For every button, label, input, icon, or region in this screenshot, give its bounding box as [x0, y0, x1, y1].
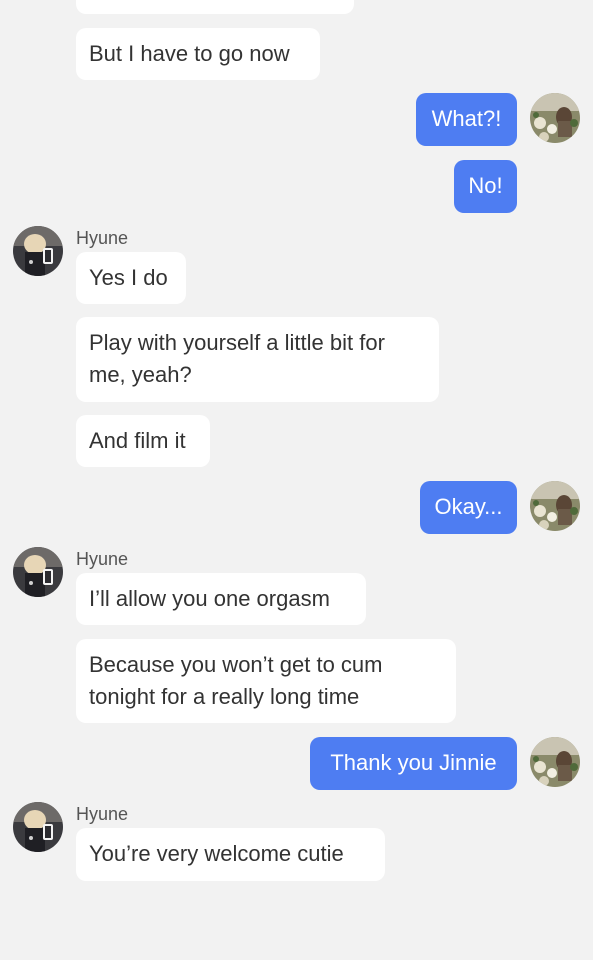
- message-bubble[interactable]: But I have to go now: [76, 28, 320, 80]
- message-bubble-outgoing[interactable]: No!: [454, 160, 517, 213]
- message-bubble[interactable]: Because you won’t get to cum tonight for…: [76, 639, 456, 723]
- message-bubble[interactable]: Play with yourself a little bit for me, …: [76, 317, 439, 402]
- message-bubble[interactable]: You’re very welcome cutie: [76, 828, 385, 881]
- contact-avatar[interactable]: [13, 547, 63, 597]
- message-bubble-outgoing[interactable]: What?!: [416, 93, 517, 146]
- message-bubble[interactable]: I’ll allow you one orgasm: [76, 573, 366, 625]
- my-avatar[interactable]: [530, 481, 580, 531]
- message-bubble[interactable]: And film it: [76, 415, 210, 467]
- message-bubble-outgoing[interactable]: Thank you Jinnie: [310, 737, 517, 790]
- my-avatar[interactable]: [530, 93, 580, 143]
- sender-name: Hyune: [76, 228, 129, 248]
- message-bubble-outgoing[interactable]: Okay...: [420, 481, 517, 534]
- contact-avatar[interactable]: [13, 226, 63, 276]
- chat-thread: But I have to go now What?! No! Hyune Ye…: [0, 0, 593, 960]
- message-bubble[interactable]: Yes I do: [76, 252, 186, 304]
- message-bubble-partial[interactable]: [76, 0, 354, 14]
- contact-avatar[interactable]: [13, 802, 63, 852]
- sender-name: Hyune: [76, 549, 129, 569]
- my-avatar[interactable]: [530, 737, 580, 787]
- sender-name: Hyune: [76, 804, 129, 824]
